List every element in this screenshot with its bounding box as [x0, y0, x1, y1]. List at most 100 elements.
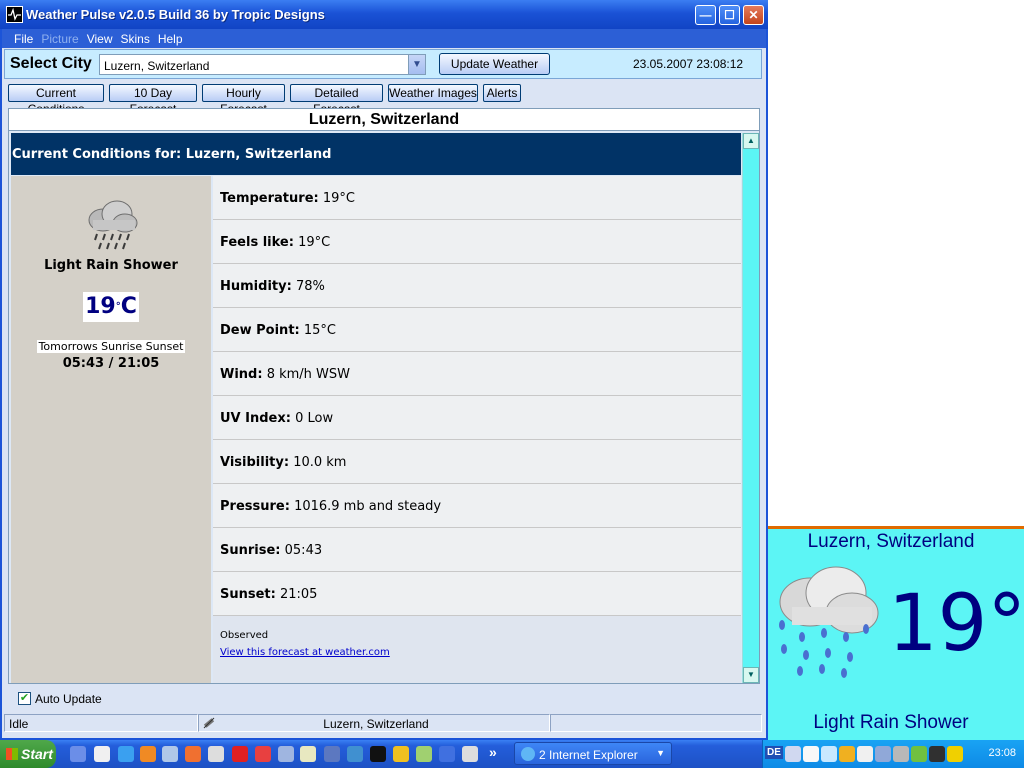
- row-value: 21:05: [279, 587, 318, 602]
- network-icon[interactable]: [416, 746, 432, 762]
- eye-icon[interactable]: [324, 746, 340, 762]
- status-state: Idle: [4, 714, 198, 732]
- tab-detailed-forecast[interactable]: Detailed Forecast: [290, 84, 383, 116]
- row-label: Pressure:: [220, 499, 290, 514]
- tray-shield-icon[interactable]: [893, 746, 909, 762]
- outlook-icon[interactable]: [162, 746, 178, 762]
- menu-picture[interactable]: Picture: [37, 29, 82, 46]
- sun-icon[interactable]: [393, 746, 409, 762]
- scroll-up-icon[interactable]: ▲: [743, 133, 759, 149]
- city-bar: Select City Luzern, Switzerland ▼ Update…: [4, 49, 762, 79]
- tray-panda-icon[interactable]: [857, 746, 873, 762]
- temperature-badge: 19°C: [83, 292, 139, 322]
- tab-hourly-forecast[interactable]: Hourly Forecast: [202, 84, 285, 116]
- cloud-icon[interactable]: [821, 746, 837, 762]
- show-desktop-icon[interactable]: [70, 746, 86, 762]
- row-value: 19°C: [322, 191, 355, 206]
- row-uv-index: UV Index: 0 Low: [213, 396, 741, 440]
- weather-widget[interactable]: Luzern, Switzerland 19° Light Rain Showe…: [768, 526, 1024, 740]
- weather-pulse-icon[interactable]: [370, 746, 386, 762]
- burst-icon[interactable]: [232, 746, 248, 762]
- maximize-button[interactable]: ☐: [719, 5, 740, 25]
- tray-pen-icon[interactable]: [947, 746, 963, 762]
- vivaldi-icon[interactable]: [255, 746, 271, 762]
- row-label: UV Index:: [220, 411, 291, 426]
- tray-app-icon[interactable]: [785, 746, 801, 762]
- row-feels-like: Feels like: 19°C: [213, 220, 741, 264]
- tab-alerts[interactable]: Alerts: [483, 84, 521, 102]
- mail-icon[interactable]: [185, 746, 201, 762]
- helmet-icon[interactable]: [839, 746, 855, 762]
- internet-explorer-icon[interactable]: [118, 746, 134, 762]
- tray-media-icon[interactable]: [929, 746, 945, 762]
- glasses-icon[interactable]: [462, 746, 478, 762]
- menu-file[interactable]: File: [10, 29, 37, 46]
- temp-unit: C: [120, 294, 137, 319]
- city-select[interactable]: Luzern, Switzerland ▼: [99, 54, 426, 75]
- notes-icon[interactable]: [300, 746, 316, 762]
- row-value: 1016.9 mb and steady: [294, 499, 442, 514]
- row-label: Dew Point:: [220, 323, 300, 338]
- tray-antivirus-icon[interactable]: [911, 746, 927, 762]
- scroll-down-icon[interactable]: ▼: [743, 667, 759, 683]
- row-label: Humidity:: [220, 279, 292, 294]
- system-tray: DE 23:08: [762, 740, 1024, 768]
- weather-com-link[interactable]: View this forecast at weather.com: [220, 647, 741, 658]
- tab-10-day-forecast[interactable]: 10 Day Forecast: [109, 84, 197, 116]
- firefox-icon[interactable]: [140, 746, 156, 762]
- chevron-down-icon[interactable]: ▼: [408, 55, 425, 74]
- widget-temperature: 19°: [888, 579, 1024, 669]
- calendar-icon[interactable]: [803, 746, 819, 762]
- chevron-right-icon[interactable]: »: [489, 744, 497, 760]
- auto-update-checkbox[interactable]: ✔: [18, 692, 31, 705]
- status-city-cell: Luzern, Switzerland: [198, 714, 550, 732]
- row-wind: Wind: 8 km/h WSW: [213, 352, 741, 396]
- taskbar: Start » 2 Internet Explorer ▼ DE 23:08: [0, 740, 1024, 768]
- content-panel: Luzern, Switzerland Current Conditions f…: [8, 108, 760, 684]
- conditions-table: Temperature: 19°C Feels like: 19°C Humid…: [213, 176, 741, 683]
- chevron-down-icon: ▼: [656, 748, 665, 758]
- auto-update-label: Auto Update: [35, 692, 102, 706]
- tab-current-conditions[interactable]: Current Conditions: [8, 84, 104, 116]
- row-label: Sunset:: [220, 587, 276, 602]
- menu-help[interactable]: Help: [154, 29, 187, 46]
- close-button[interactable]: ✕: [743, 5, 764, 25]
- pulse-app-icon: [6, 6, 23, 23]
- row-humidity: Humidity: 78%: [213, 264, 741, 308]
- vertical-scrollbar[interactable]: ▲ ▼: [742, 133, 759, 683]
- puzzle-icon[interactable]: [439, 746, 455, 762]
- update-weather-button[interactable]: Update Weather: [439, 53, 550, 75]
- panda-icon[interactable]: [94, 746, 110, 762]
- menu-skins[interactable]: Skins: [117, 29, 154, 46]
- start-button[interactable]: Start: [0, 740, 56, 768]
- status-city: Luzern, Switzerland: [323, 717, 429, 731]
- title-bar[interactable]: Weather Pulse v2.0.5 Build 36 by Tropic …: [0, 0, 768, 29]
- globe-icon[interactable]: [347, 746, 363, 762]
- internet-explorer-task[interactable]: 2 Internet Explorer ▼: [514, 742, 672, 765]
- clock[interactable]: 23:08: [988, 747, 1016, 759]
- monitor-icon[interactable]: [278, 746, 294, 762]
- menu-view[interactable]: View: [83, 29, 117, 46]
- row-sunrise: Sunrise: 05:43: [213, 528, 741, 572]
- observed-label: Observed: [220, 630, 269, 641]
- rain-cloud-icon: [81, 196, 141, 255]
- hc-icon[interactable]: [208, 746, 224, 762]
- sunrise-sunset-title: Tomorrows Sunrise Sunset: [37, 340, 185, 353]
- sunrise-sunset-times: 05:43 / 21:05: [62, 356, 160, 371]
- ie-icon: [521, 747, 535, 761]
- row-visibility: Visibility: 10.0 km: [213, 440, 741, 484]
- row-sunset: Sunset: 21:05: [213, 572, 741, 616]
- row-dew-point: Dew Point: 15°C: [213, 308, 741, 352]
- row-value: 19°C: [298, 235, 331, 250]
- tab-weather-images[interactable]: Weather Images: [388, 84, 478, 102]
- row-label: Feels like:: [220, 235, 294, 250]
- select-city-label: Select City: [10, 55, 92, 72]
- window-title: Weather Pulse v2.0.5 Build 36 by Tropic …: [26, 7, 325, 22]
- widget-condition: Light Rain Shower: [813, 712, 969, 733]
- ie-task-label: 2 Internet Explorer: [539, 748, 638, 762]
- condition-label: Light Rain Shower: [44, 258, 178, 273]
- minimize-button[interactable]: —: [695, 5, 716, 25]
- windows-flag-icon: [6, 748, 18, 760]
- tray-network-icon[interactable]: [875, 746, 891, 762]
- language-indicator[interactable]: DE: [765, 746, 783, 759]
